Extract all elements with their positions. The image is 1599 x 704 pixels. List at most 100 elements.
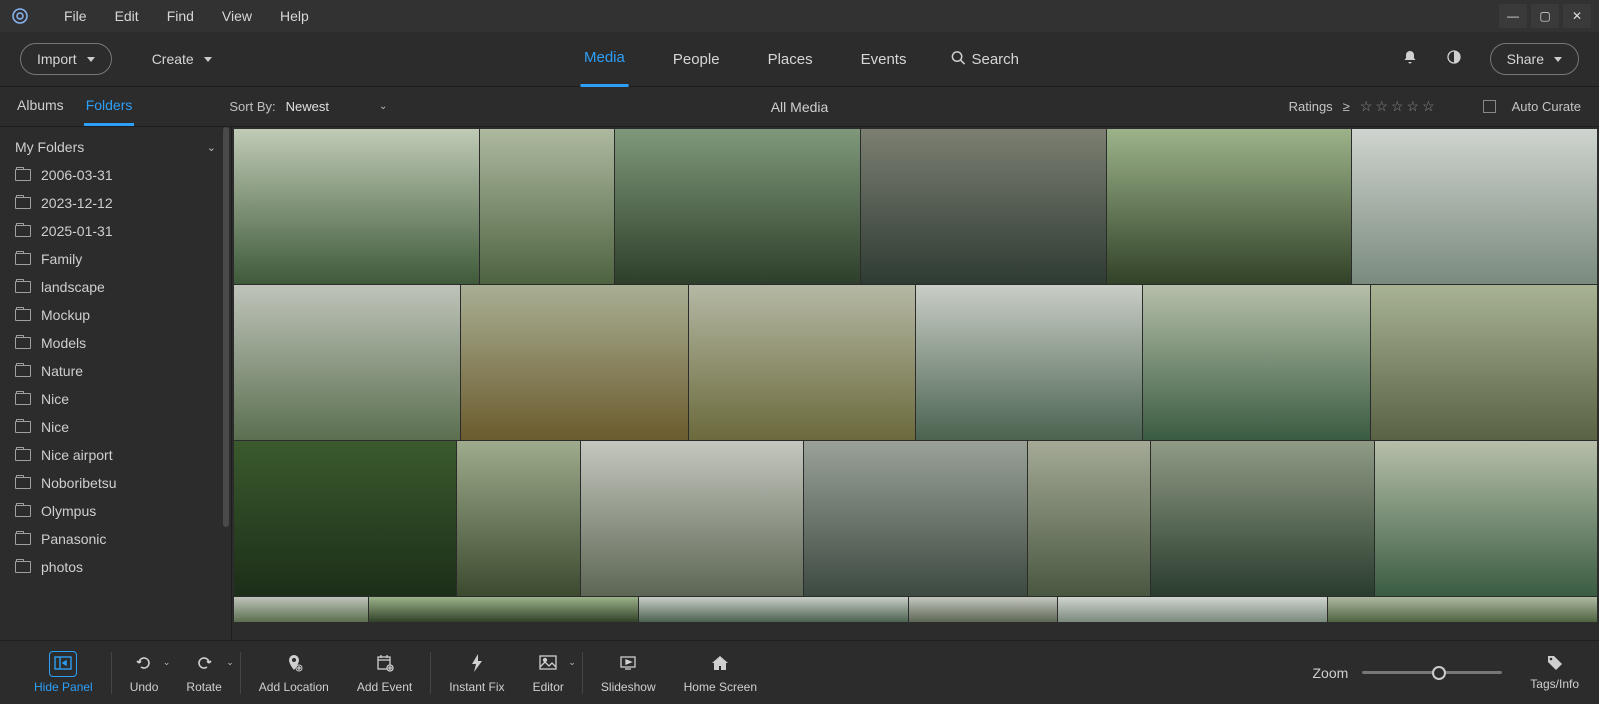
media-thumbnail[interactable]	[916, 285, 1142, 440]
tags-info-button[interactable]: Tags/Info	[1530, 654, 1579, 691]
media-thumbnail[interactable]	[234, 597, 368, 622]
tab-albums[interactable]: Albums	[15, 87, 66, 126]
folders-sidebar: My Folders ⌄ 2006-03-31 2023-12-12 2025-01…	[0, 127, 232, 640]
zoom-slider-thumb[interactable]	[1432, 666, 1446, 680]
menu-view[interactable]: View	[208, 4, 266, 28]
media-thumbnail[interactable]	[1371, 285, 1597, 440]
close-button[interactable]: ✕	[1563, 4, 1591, 28]
star-4-icon[interactable]: ☆	[1407, 98, 1420, 115]
folder-item[interactable]: Nature	[0, 357, 231, 385]
media-thumbnail[interactable]	[1028, 441, 1150, 596]
folder-item[interactable]: Nice	[0, 385, 231, 413]
main-body: My Folders ⌄ 2006-03-31 2023-12-12 2025-01…	[0, 127, 1599, 640]
star-3-icon[interactable]: ☆	[1391, 98, 1404, 115]
media-thumbnail[interactable]	[1328, 597, 1597, 622]
folder-item[interactable]: landscape	[0, 273, 231, 301]
minimize-button[interactable]: —	[1499, 4, 1527, 28]
media-thumbnail[interactable]	[461, 285, 687, 440]
toolbar-right: Share	[1402, 43, 1579, 75]
star-2-icon[interactable]: ☆	[1375, 98, 1388, 115]
editor-button[interactable]: ⌄ Editor	[519, 651, 578, 694]
tab-media[interactable]: Media	[580, 31, 629, 87]
star-1-icon[interactable]: ☆	[1360, 98, 1373, 115]
sort-group: Sort By: Newest ⌄	[229, 99, 387, 114]
media-thumbnail[interactable]	[234, 441, 456, 596]
zoom-label: Zoom	[1313, 665, 1349, 681]
create-button[interactable]: Create	[152, 51, 212, 67]
folder-icon	[15, 309, 31, 321]
media-thumbnail[interactable]	[480, 129, 615, 284]
menu-edit[interactable]: Edit	[101, 4, 153, 28]
folder-item[interactable]: Models	[0, 329, 231, 357]
sort-dropdown[interactable]: Newest ⌄	[286, 99, 388, 114]
search-button[interactable]: Search	[950, 50, 1019, 69]
tags-info-label: Tags/Info	[1530, 677, 1579, 691]
folder-label: Nice	[41, 391, 69, 407]
tab-events[interactable]: Events	[857, 33, 911, 86]
lightning-icon	[470, 654, 484, 675]
undo-button[interactable]: ⌄ Undo	[116, 651, 173, 694]
folder-item[interactable]: 2023-12-12	[0, 189, 231, 217]
main-tabs: Media People Places Events Search	[580, 31, 1019, 87]
media-thumbnail[interactable]	[581, 441, 803, 596]
media-thumbnail[interactable]	[689, 285, 915, 440]
folder-icon	[15, 477, 31, 489]
folder-icon	[15, 225, 31, 237]
media-thumbnail[interactable]	[1352, 129, 1597, 284]
folder-label: 2023-12-12	[41, 195, 113, 211]
folder-item[interactable]: Olympus	[0, 497, 231, 525]
media-thumbnail[interactable]	[1143, 285, 1369, 440]
media-thumbnail[interactable]	[234, 285, 460, 440]
tab-folders[interactable]: Folders	[84, 87, 135, 126]
instant-fix-button[interactable]: Instant Fix	[435, 651, 518, 694]
hide-panel-button[interactable]: Hide Panel	[20, 651, 107, 694]
share-button[interactable]: Share	[1490, 43, 1579, 75]
rotate-button[interactable]: ⌄ Rotate	[172, 651, 235, 694]
media-thumbnail[interactable]	[1107, 129, 1352, 284]
folder-item[interactable]: 2025-01-31	[0, 217, 231, 245]
zoom-slider[interactable]	[1362, 671, 1502, 674]
folder-icon	[15, 281, 31, 293]
media-thumbnail[interactable]	[804, 441, 1026, 596]
media-thumbnail[interactable]	[234, 129, 479, 284]
folder-item[interactable]: Panasonic	[0, 525, 231, 553]
auto-curate-checkbox[interactable]	[1483, 100, 1496, 113]
tag-icon	[1546, 654, 1564, 675]
media-thumbnail[interactable]	[1058, 597, 1327, 622]
media-thumbnail[interactable]	[1151, 441, 1373, 596]
menu-find[interactable]: Find	[153, 4, 208, 28]
add-event-button[interactable]: Add Event	[343, 651, 426, 694]
slideshow-button[interactable]: Slideshow	[587, 651, 670, 694]
media-thumbnail[interactable]	[639, 597, 908, 622]
folder-item[interactable]: Nice airport	[0, 441, 231, 469]
my-folders-header[interactable]: My Folders ⌄	[0, 133, 231, 161]
media-thumbnail[interactable]	[1375, 441, 1597, 596]
menu-help[interactable]: Help	[266, 4, 323, 28]
media-thumbnail[interactable]	[457, 441, 579, 596]
folder-icon	[15, 169, 31, 181]
undo-icon	[135, 656, 153, 673]
folder-item[interactable]: Noboribetsu	[0, 469, 231, 497]
home-screen-button[interactable]: Home Screen	[670, 651, 771, 694]
folder-item[interactable]: photos	[0, 553, 231, 581]
media-thumbnail[interactable]	[861, 129, 1106, 284]
slideshow-icon	[619, 655, 637, 674]
star-5-icon[interactable]: ☆	[1422, 98, 1435, 115]
folder-item[interactable]: Family	[0, 245, 231, 273]
menu-file[interactable]: File	[50, 4, 101, 28]
folder-item[interactable]: Mockup	[0, 301, 231, 329]
folder-item[interactable]: 2006-03-31	[0, 161, 231, 189]
import-button[interactable]: Import	[20, 43, 112, 75]
tab-people[interactable]: People	[669, 33, 724, 86]
notifications-icon[interactable]	[1402, 49, 1418, 70]
maximize-button[interactable]: ▢	[1531, 4, 1559, 28]
media-thumbnail[interactable]	[615, 129, 860, 284]
rotate-label: Rotate	[186, 680, 221, 694]
media-thumbnail[interactable]	[369, 597, 638, 622]
media-thumbnail[interactable]	[909, 597, 1057, 622]
tab-places[interactable]: Places	[764, 33, 817, 86]
theme-toggle-icon[interactable]	[1446, 49, 1462, 70]
add-location-button[interactable]: Add Location	[245, 651, 343, 694]
sidebar-scrollbar[interactable]	[223, 127, 229, 640]
folder-item[interactable]: Nice	[0, 413, 231, 441]
